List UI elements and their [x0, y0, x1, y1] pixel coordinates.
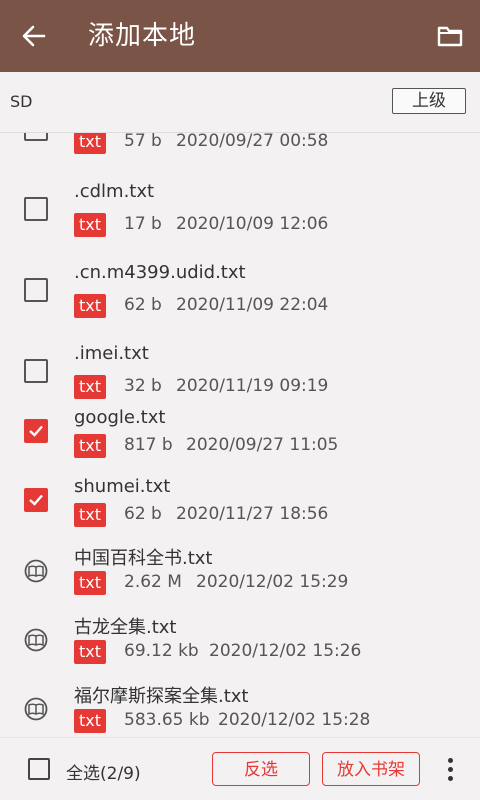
file-type-badge: txt [74, 213, 106, 237]
select-all-label[interactable]: 全选(2/9) [66, 759, 141, 784]
list-item[interactable]: 古龙全集.txt txt 69.12 kb 2020/12/02 15:26 [0, 609, 480, 675]
file-name: 福尔摩斯探案全集.txt [74, 686, 249, 707]
file-date: 2020/12/02 15:26 [209, 641, 362, 661]
file-date: 2020/10/09 12:06 [176, 214, 329, 234]
list-item[interactable]: .cn.m4399.udid.txt txt 62 b 2020/11/09 2… [0, 258, 480, 330]
file-size: 32 b [124, 376, 162, 396]
file-type-badge: txt [74, 709, 106, 733]
file-type-badge: txt [74, 294, 106, 318]
file-type-badge: txt [74, 375, 106, 399]
file-name: google.txt [74, 407, 166, 428]
invert-selection-button[interactable]: 反选 [212, 752, 310, 786]
file-date: 2020/12/02 15:29 [196, 572, 349, 592]
file-date: 2020/12/02 15:28 [218, 710, 371, 730]
file-type-badge: txt [74, 640, 106, 664]
in-bookshelf-icon [24, 559, 48, 583]
app-bar: 添加本地 [0, 0, 480, 72]
file-size: 62 b [124, 295, 162, 315]
file-size: 583.65 kb [124, 710, 210, 730]
file-name: .cn.m4399.udid.txt [74, 262, 246, 283]
add-to-bookshelf-button[interactable]: 放入书架 [322, 752, 420, 786]
file-date: 2020/11/19 09:19 [176, 376, 329, 396]
file-name: shumei.txt [74, 476, 171, 497]
in-bookshelf-icon [24, 628, 48, 652]
file-date: 2020/09/27 00:58 [176, 133, 329, 151]
file-size: 17 b [124, 214, 162, 234]
file-type-badge: txt [74, 571, 106, 595]
file-list[interactable]: txt 57 b 2020/09/27 00:58 .cdlm.txt txt … [0, 133, 480, 738]
checkbox-checked[interactable] [24, 419, 48, 443]
current-path: SD [10, 92, 33, 111]
page-title: 添加本地 [88, 21, 197, 51]
file-size: 2.62 M [124, 572, 182, 592]
path-bar: SD 上级 [0, 72, 480, 133]
file-name: 中国百科全书.txt [74, 548, 213, 569]
list-item[interactable]: txt 57 b 2020/09/27 00:58 [0, 133, 480, 167]
list-item[interactable]: .cdlm.txt txt 17 b 2020/10/09 12:06 [0, 177, 480, 249]
file-date: 2020/09/27 11:05 [186, 435, 339, 455]
in-bookshelf-icon [24, 697, 48, 721]
file-name: 古龙全集.txt [74, 617, 177, 638]
file-size: 62 b [124, 504, 162, 524]
checkmark-icon [29, 494, 43, 506]
list-item[interactable]: google.txt txt 817 b 2020/09/27 11:05 [0, 403, 480, 469]
checkbox[interactable] [24, 197, 48, 221]
list-item[interactable]: shumei.txt txt 62 b 2020/11/27 18:56 [0, 472, 480, 538]
checkbox[interactable] [24, 278, 48, 302]
file-type-badge: txt [74, 503, 106, 527]
checkbox[interactable] [24, 359, 48, 383]
folder-icon[interactable] [436, 22, 464, 50]
list-item[interactable]: .imei.txt txt 32 b 2020/11/19 09:19 [0, 339, 480, 411]
file-name: .imei.txt [74, 343, 149, 364]
file-name: .cdlm.txt [74, 181, 155, 202]
back-arrow-icon[interactable] [20, 22, 48, 50]
file-size: 57 b [124, 133, 162, 151]
file-date: 2020/11/27 18:56 [176, 504, 329, 524]
select-all-checkbox[interactable] [28, 758, 50, 780]
parent-directory-button[interactable]: 上级 [392, 88, 466, 114]
file-type-badge: txt [74, 133, 106, 154]
checkbox[interactable] [24, 133, 48, 141]
checkmark-icon [29, 425, 43, 437]
file-size: 817 b [124, 435, 173, 455]
more-options-icon[interactable] [446, 758, 454, 782]
file-type-badge: txt [74, 434, 106, 458]
file-size: 69.12 kb [124, 641, 199, 661]
list-item[interactable]: 中国百科全书.txt txt 2.62 M 2020/12/02 15:29 [0, 540, 480, 606]
list-item[interactable]: 福尔摩斯探案全集.txt txt 583.65 kb 2020/12/02 15… [0, 678, 480, 738]
bottom-action-bar: 全选(2/9) 反选 放入书架 [0, 737, 480, 800]
checkbox-checked[interactable] [24, 488, 48, 512]
file-date: 2020/11/09 22:04 [176, 295, 329, 315]
